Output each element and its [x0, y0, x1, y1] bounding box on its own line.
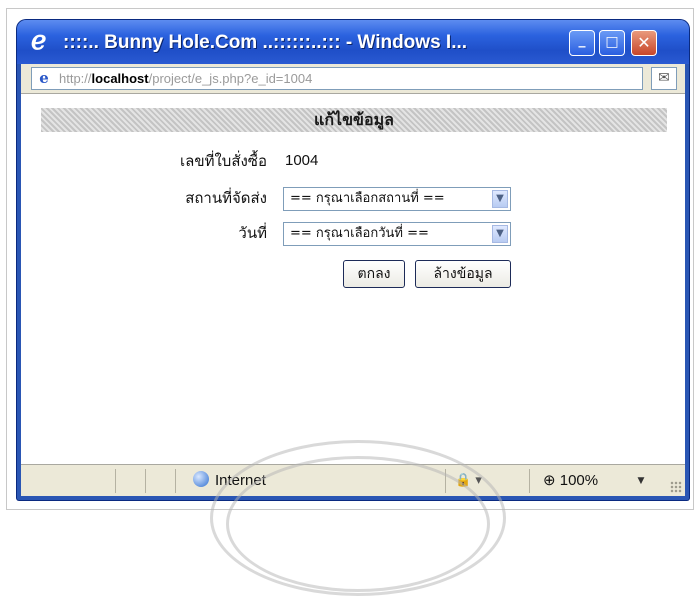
order-number-label: เลขที่ใบสั่งซื้อ [180, 152, 267, 170]
window-title: ::::.. Bunny Hole.Com ..::::::..::: - Wi… [63, 32, 468, 53]
maximize-button[interactable]: □ [599, 30, 625, 56]
form-heading: แก้ไขข้อมูล [41, 108, 667, 132]
chevron-down-icon[interactable]: ▼ [492, 225, 508, 243]
ok-button[interactable]: ตกลง [343, 260, 405, 288]
status-divider [175, 469, 176, 493]
delivery-location-select[interactable]: == กรุณาเลือกสถานที่ == ▼ [283, 187, 511, 211]
protected-mode-icon[interactable]: 🔒 ▾ [455, 471, 495, 491]
close-button[interactable]: ✕ [631, 30, 657, 56]
address-bar: e http://localhost/project/e_js.php?e_id=… [21, 64, 685, 94]
compatibility-view-icon[interactable]: ✉ [651, 67, 677, 90]
zoom-level: 100% [559, 472, 599, 489]
page-content: แก้ไขข้อมูล เลขที่ใบสั่งซื้อ 1004 สถานที… [21, 94, 685, 464]
status-divider [145, 469, 146, 493]
url-path: /project/e_js.php?e_id=1004 [148, 71, 313, 86]
resize-grip[interactable] [670, 481, 682, 493]
date-select[interactable]: == กรุณาเลือกวันที่ == ▼ [283, 222, 511, 246]
security-zone-label: Internet [215, 472, 266, 489]
chevron-down-icon[interactable]: ▼ [633, 471, 649, 491]
clear-button[interactable]: ล้างข้อมูล [415, 260, 511, 288]
status-divider [115, 469, 116, 493]
ie-logo-icon: ℯ [31, 26, 47, 56]
zoom-control[interactable]: ⊕ 100% [543, 470, 598, 492]
delivery-location-selected: == กรุณาเลือกสถานที่ == [290, 191, 445, 206]
browser-popup-window: ℯ ::::.. Bunny Hole.Com ..::::::..::: - … [17, 20, 689, 500]
chevron-down-icon[interactable]: ▼ [492, 190, 508, 208]
status-divider [529, 469, 530, 493]
url-prefix: http:// [59, 71, 92, 86]
url-host: localhost [91, 71, 149, 86]
zoom-icon: ⊕ [543, 472, 556, 489]
security-zone[interactable]: Internet [193, 470, 266, 492]
order-number-value: 1004 [285, 152, 319, 169]
ie-page-icon: e [39, 69, 49, 87]
delivery-location-label: สถานที่จัดส่ง [185, 189, 267, 207]
status-divider [445, 469, 446, 493]
globe-icon [193, 471, 209, 487]
address-field[interactable]: e http://localhost/project/e_js.php?e_id=… [31, 67, 643, 90]
status-bar: Internet 🔒 ▾ ⊕ 100% ▼ [21, 464, 685, 496]
title-bar[interactable]: ℯ ::::.. Bunny Hole.Com ..::::::..::: - … [17, 20, 689, 64]
minimize-button[interactable]: _ [569, 30, 595, 56]
date-selected: == กรุณาเลือกวันที่ == [290, 226, 429, 241]
date-label: วันที่ [238, 224, 267, 242]
